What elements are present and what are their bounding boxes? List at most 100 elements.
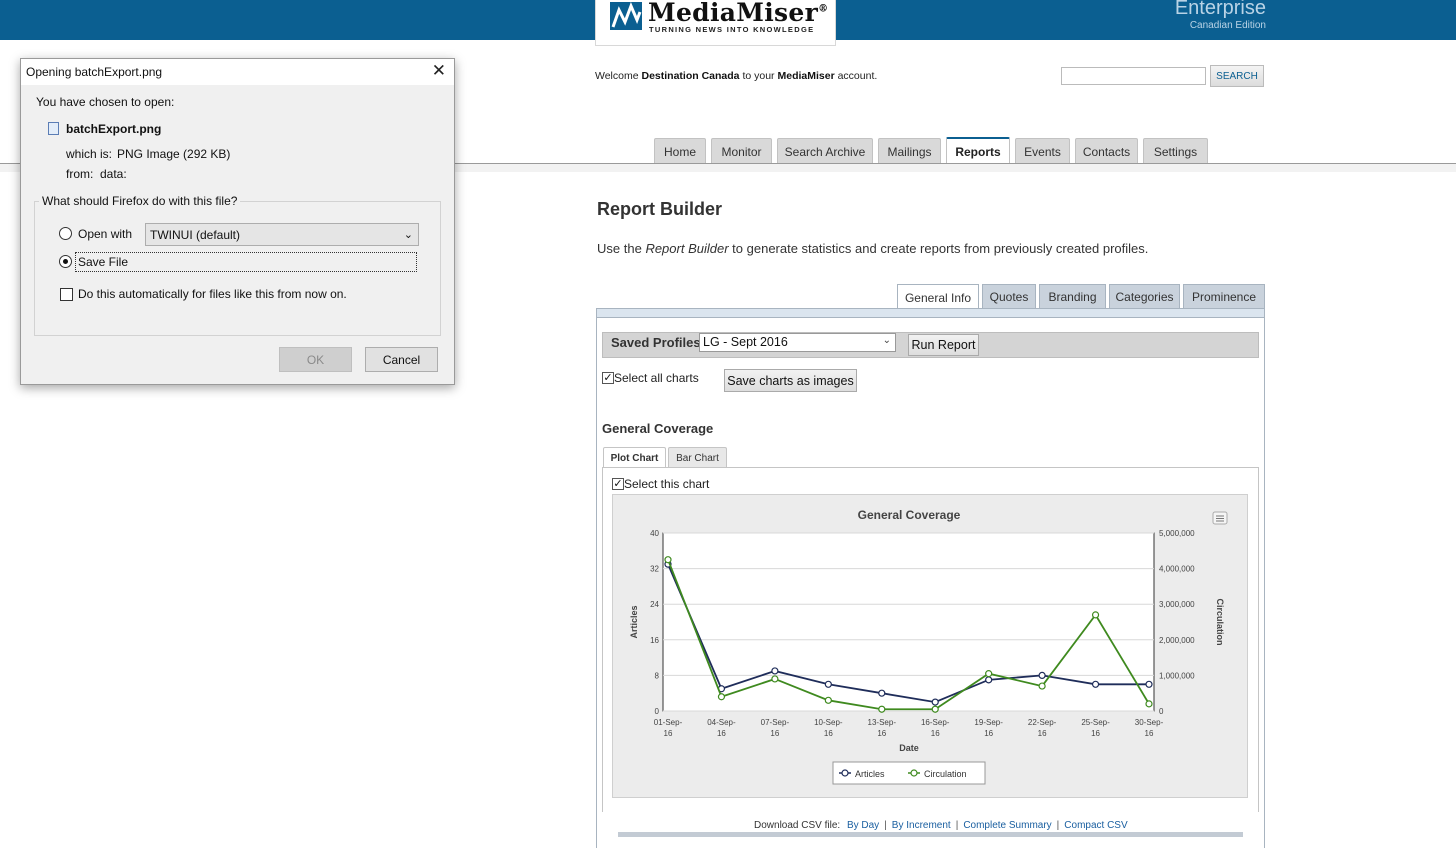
edition-subtitle: Canadian Edition — [1189, 20, 1266, 31]
tab-monitor[interactable]: Monitor — [711, 138, 772, 164]
auto-checkbox[interactable] — [60, 288, 73, 301]
page-description: Use the Report Builder to generate stati… — [597, 241, 1148, 256]
x-tick-label: 16-Sep-16 — [921, 718, 950, 738]
download-separator: | — [1056, 820, 1060, 831]
download-compact-csv-link[interactable]: Compact CSV — [1064, 820, 1127, 831]
general-coverage-chart: General Coverage 0 8 16 24 32 40 0 1,000,000 2,… — [629, 508, 1228, 785]
tab-reports[interactable]: Reports — [946, 137, 1010, 164]
x-tick-label: 07-Sep-16 — [761, 718, 790, 738]
saved-profile-value: LG - Sept 2016 — [703, 335, 788, 349]
select-all-checkbox[interactable]: ✓ — [602, 372, 614, 384]
auto-label[interactable]: Do this automatically for files like thi… — [78, 287, 347, 301]
saved-profiles-select[interactable]: LG - Sept 2016 ⌄ — [699, 333, 896, 352]
x-tick-label: 19-Sep-16 — [974, 718, 1003, 738]
tab-events[interactable]: Events — [1015, 138, 1070, 164]
x-tick-label: 22-Sep-16 — [1028, 718, 1057, 738]
data-point-circulation — [931, 705, 939, 713]
select-chart-checkbox[interactable]: ✓ — [612, 478, 624, 490]
data-point-circulation — [1145, 700, 1153, 708]
dialog-title: Opening batchExport.png — [26, 65, 163, 79]
select-all-label: Select all charts — [614, 371, 699, 385]
welcome-mid: to your — [742, 70, 775, 82]
y-axis-title: Articles — [629, 605, 639, 638]
search-input[interactable] — [1061, 67, 1206, 85]
which-is-value: PNG Image (292 KB) — [117, 147, 231, 161]
logo-name: MediaMiser® — [648, 0, 829, 27]
mediaminer-logo[interactable]: MediaMiser® TURNING NEWS INTO KNOWLEDGE — [595, 0, 836, 46]
chart-title: General Coverage — [858, 508, 961, 522]
data-point-articles — [1091, 680, 1100, 688]
action-question: What should Firefox do with this file? — [39, 194, 241, 208]
data-point-circulation — [1091, 611, 1100, 619]
data-point-articles — [985, 676, 993, 684]
tab-settings[interactable]: Settings — [1143, 138, 1208, 164]
subtab-branding[interactable]: Branding — [1039, 284, 1106, 309]
select-all-charts[interactable]: ✓ Select all charts — [602, 371, 699, 385]
data-point-articles — [878, 689, 886, 697]
tab-search-archive[interactable]: Search Archive — [777, 138, 873, 164]
x-tick-label: 04-Sep-16 — [707, 718, 736, 738]
logo-tagline: TURNING NEWS INTO KNOWLEDGE — [649, 25, 815, 34]
radio-selected-dot — [63, 259, 68, 264]
data-point-circulation — [717, 693, 726, 701]
desc-emphasis: Report Builder — [645, 241, 729, 256]
tab-mailings[interactable]: Mailings — [878, 138, 941, 164]
x-axis-ticks: 01-Sep-16 04-Sep-16 07-Sep-16 10-Sep-16 13-S… — [654, 718, 1164, 738]
subtab-quotes[interactable]: Quotes — [982, 284, 1036, 309]
tab-contacts[interactable]: Contacts — [1075, 138, 1138, 164]
x-axis-title: Date — [899, 743, 919, 753]
subtab-prominence[interactable]: Prominence — [1183, 284, 1265, 309]
which-is-label: which is: — [66, 147, 113, 161]
y2-tick-label: 0 — [1159, 707, 1164, 716]
edition-name: Enterprise — [1174, 0, 1266, 19]
open-with-radio[interactable] — [59, 227, 72, 240]
file-open-dialog[interactable]: Opening batchExport.png ✕ You have chose… — [20, 58, 455, 385]
welcome-user: Destination Canada — [641, 70, 740, 82]
save-file-radio[interactable] — [59, 255, 72, 268]
search-button[interactable]: SEARCH — [1210, 65, 1264, 87]
open-with-select[interactable]: TWINUI (default) ⌄ — [145, 223, 419, 246]
saved-profiles-label: Saved Profiles: — [611, 335, 705, 350]
tab-plot-chart[interactable]: Plot Chart — [603, 447, 666, 468]
download-by-day-link[interactable]: By Day — [847, 820, 879, 831]
x-tick-label: 10-Sep-16 — [814, 718, 843, 738]
right-axis-ticks: 0 1,000,000 2,000,000 3,000,000 4,000,000 5,0… — [1159, 529, 1195, 716]
close-icon[interactable]: ✕ — [432, 61, 446, 81]
chart-legend[interactable]: Articles Circulation — [832, 761, 986, 785]
tab-home[interactable]: Home — [654, 138, 706, 164]
subtab-categories[interactable]: Categories — [1109, 284, 1180, 309]
download-by-increment-link[interactable]: By Increment — [892, 820, 951, 831]
left-axis-ticks: 0 8 16 24 32 40 — [650, 529, 659, 716]
y2-tick-label: 4,000,000 — [1159, 565, 1195, 574]
data-point-circulation — [824, 696, 832, 704]
x-tick-label: 30-Sep-16 — [1135, 718, 1164, 738]
ok-button[interactable]: OK — [279, 347, 352, 372]
legend-label-articles: Articles — [855, 769, 885, 779]
image-file-icon — [48, 122, 59, 135]
chart-menu-icon[interactable] — [1212, 511, 1228, 525]
save-charts-button[interactable]: Save charts as images — [724, 369, 857, 392]
run-report-button[interactable]: Run Report — [908, 334, 979, 356]
data-point-circulation — [878, 705, 886, 713]
y-tick-label: 32 — [650, 565, 659, 574]
download-complete-summary-link[interactable]: Complete Summary — [963, 820, 1051, 831]
select-this-chart[interactable]: ✓ Select this chart — [612, 477, 709, 491]
subtab-general-info[interactable]: General Info — [897, 284, 979, 310]
panel-header-strip — [596, 308, 1265, 318]
from-label: from: — [66, 167, 94, 181]
chosen-label: You have chosen to open: — [36, 95, 175, 109]
page-title: Report Builder — [597, 199, 723, 219]
y2-tick-label: 2,000,000 — [1159, 636, 1195, 645]
x-tick-label: 01-Sep-16 — [654, 718, 683, 738]
y2-tick-label: 1,000,000 — [1159, 671, 1195, 680]
cancel-button[interactable]: Cancel — [365, 347, 438, 372]
section-title: General Coverage — [602, 421, 714, 436]
open-with-label[interactable]: Open with — [78, 227, 132, 241]
y2-tick-label: 5,000,000 — [1159, 529, 1195, 538]
data-point-articles — [931, 698, 939, 706]
y-tick-label: 16 — [650, 636, 659, 645]
tab-bar-chart[interactable]: Bar Chart — [668, 447, 727, 468]
welcome-prefix: Welcome — [595, 70, 639, 82]
download-separator: | — [884, 820, 887, 831]
save-file-label[interactable]: Save File — [78, 255, 128, 269]
